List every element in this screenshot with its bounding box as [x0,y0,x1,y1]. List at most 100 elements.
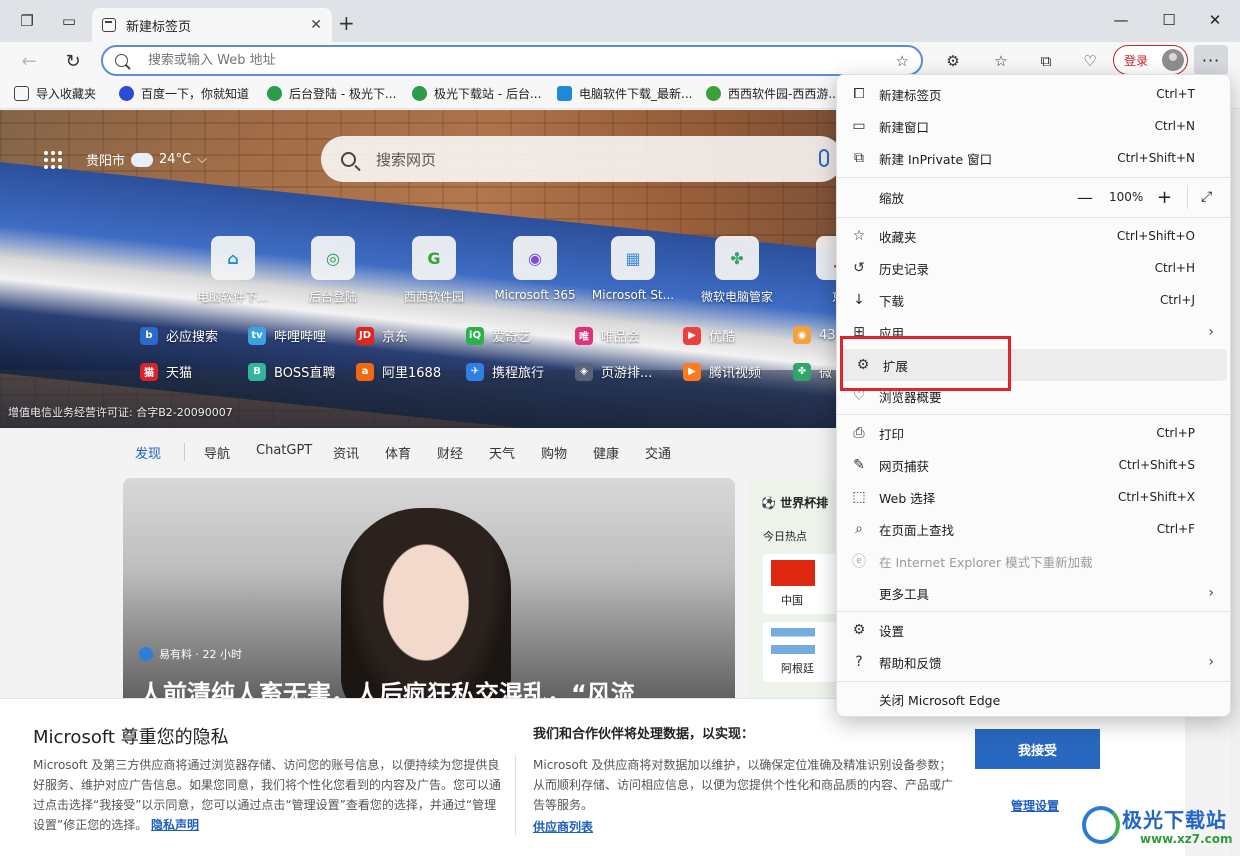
team-item[interactable]: 中国 [763,554,843,614]
feed-tab[interactable]: 健康 [593,443,619,462]
quick-link-tile[interactable]: ▦ Microsoft St... [585,236,681,302]
back-button[interactable]: ← [16,48,42,74]
favorites-bar-item[interactable]: 导入收藏夹 [14,85,96,102]
news-card[interactable]: 易有料 · 22 小时 人前清纯人畜无害，人后疯狂私交混乱，“风流 [123,478,735,708]
menu-item-more-tools[interactable]: 更多工具 › [837,577,1230,609]
feed-tab[interactable]: 天气 [489,443,515,462]
weather-widget[interactable]: 贵阳市 24°C ⌵ [86,150,207,169]
favorites-bar-item[interactable]: 极光下载站 - 后台... [412,85,541,102]
quick-link[interactable]: JD 京东 [356,326,408,345]
feed-tab[interactable]: 交通 [645,443,671,462]
web-search-box[interactable]: 搜索网页 [321,136,843,182]
feed-tab[interactable]: 购物 [541,443,567,462]
vip-icon: 唯 [575,326,593,345]
china-flag-icon [771,560,815,586]
favorites-bar-item[interactable]: 后台登陆 - 极光下... [267,85,396,102]
zoom-out-button[interactable]: — [1077,188,1093,207]
quick-link[interactable]: iQ 爱奇艺 [466,326,531,345]
add-favorite-icon[interactable]: ☆ [896,52,909,70]
workspaces-icon[interactable]: ❐ [16,10,38,32]
favorites-bar-item[interactable]: 百度一下，你就知道 [119,85,249,102]
settings-and-more-button[interactable]: ··· [1194,45,1228,75]
apps-launcher-icon[interactable] [44,151,62,169]
collections-icon[interactable]: ⧉ [1034,50,1058,72]
manage-settings-link[interactable]: 管理设置 [1011,797,1059,814]
quick-link-tile[interactable]: ⌂ 电脑软件下... [185,236,281,305]
menu-item-new-inprivate[interactable]: ⧉ 新建 InPrivate 窗口 Ctrl+Shift+N [837,142,1230,174]
quick-link[interactable]: ◈ 页游排... [575,362,652,381]
bing-icon: b [140,326,158,345]
privacy-statement-link[interactable]: 隐私声明 [151,818,199,832]
menu-item-close-edge[interactable]: 关闭 Microsoft Edge [837,683,1230,715]
world-cup-card[interactable]: ⚽ 世界杯排 今日热点 中国 阿根廷 [747,478,847,708]
feed-tab[interactable]: 资讯 [333,443,359,462]
tab-close-icon[interactable]: ✕ [310,17,322,33]
quick-link[interactable]: ✤ 微 [793,362,832,381]
quick-link-tile[interactable]: G 西西软件园 [386,236,482,305]
feed-tab[interactable]: 财经 [437,443,463,462]
feed-tab-discover[interactable]: 发现 [135,443,161,462]
feed-tab[interactable]: 导航 [204,443,230,462]
quick-link[interactable]: ▶ 腾讯视频 [683,362,761,381]
quick-link-tile[interactable]: ◉ Microsoft 365 [487,236,583,302]
tab-actions-icon[interactable]: ▭ [58,10,80,32]
bilibili-icon: tv [248,326,266,345]
menu-item-print[interactable]: ⎙ 打印 Ctrl+P [837,417,1230,449]
address-bar[interactable]: ☆ [101,45,923,76]
accept-button[interactable]: 我接受 [975,729,1100,769]
feed-tab[interactable]: ChatGPT [256,443,312,458]
settings-menu: ⧠ 新建标签页 Ctrl+T ▭ 新建窗口 Ctrl+N ⧉ 新建 InPriv… [836,74,1231,717]
vendor-list-link[interactable]: 供应商列表 [533,818,593,835]
fullscreen-icon[interactable]: ⤢ [1201,189,1212,205]
menu-item-new-window[interactable]: ▭ 新建窗口 Ctrl+N [837,110,1230,142]
privacy-banner: Microsoft 尊重您的隐私 Microsoft 及第三方供应商将通过浏览器… [0,698,1185,856]
menu-item-find-on-page[interactable]: ⌕ 在页面上查找 Ctrl+F [837,513,1230,545]
printer-icon: ⎙ [853,425,865,441]
quick-link[interactable]: ✈ 携程旅行 [466,362,544,381]
quick-link[interactable]: a 阿里1688 [356,362,441,381]
quick-link[interactable]: B BOSS直聘 [248,362,335,381]
quick-link-tile[interactable]: ✤ 微软电脑管家 [689,236,785,305]
tile-label: Microsoft 365 [494,288,576,302]
tab-new-tab[interactable]: 新建标签页 ✕ [92,8,332,42]
menu-item-favorites[interactable]: ☆ 收藏夹 Ctrl+Shift+O [837,220,1230,252]
scrollbar[interactable] [1230,110,1240,856]
minimize-button[interactable]: — [1106,11,1136,29]
menu-item-web-capture[interactable]: ✎ 网页捕获 Ctrl+Shift+S [837,449,1230,481]
refresh-button[interactable]: ↻ [60,48,86,74]
favorites-icon[interactable]: ☆ [989,50,1013,72]
new-tab-button[interactable]: + [338,11,355,35]
team-item[interactable]: 阿根廷 [763,622,843,682]
menu-item-help[interactable]: ? 帮助和反馈 › [837,646,1230,678]
menu-item-downloads[interactable]: ↓ 下载 Ctrl+J [837,284,1230,316]
site-logo-icon: ◎ [311,236,355,280]
quick-link[interactable]: ▶ 优酷 [683,326,735,345]
annotation-highlight-box [840,336,1011,391]
quick-link[interactable]: ◉ 43 [793,326,836,344]
quick-link[interactable]: b 必应搜索 [140,326,218,345]
quick-link[interactable]: 唯唯品会 [575,326,640,345]
zoom-in-button[interactable]: + [1157,187,1172,208]
menu-item-settings[interactable]: ⚙ 设置 [837,614,1230,646]
menu-item-history[interactable]: ↺ 历史记录 Ctrl+H [837,252,1230,284]
chevron-right-icon: › [1208,654,1214,670]
privacy-body-2: Microsoft 及供应商将对数据加以维护，以确保定位准确及精准识别设备参数；… [533,758,954,812]
favorites-bar-item[interactable]: 西西软件园-西西游... [706,85,840,102]
quick-link[interactable]: tv 哔哩哔哩 [248,326,326,345]
close-window-button[interactable]: ✕ [1200,11,1230,29]
favorites-icon: ☆ [852,228,866,244]
menu-item-web-select[interactable]: ⬚ Web 选择 Ctrl+Shift+X [837,481,1230,513]
tab-title: 新建标签页 [126,19,192,35]
menu-item-new-tab[interactable]: ⧠ 新建标签页 Ctrl+T [837,78,1230,110]
cloud-rain-icon [131,152,154,167]
login-button[interactable]: 登录 [1113,45,1188,75]
maximize-button[interactable]: ☐ [1154,11,1184,29]
extensions-icon[interactable]: ⚙ [941,50,965,72]
quick-link-tile[interactable]: ◎ 后台登陆 [285,236,381,305]
address-input[interactable] [148,53,896,68]
quick-link[interactable]: 猫天猫 [140,362,192,381]
favorites-bar-item[interactable]: 电脑软件下载_最新... [557,85,692,102]
feed-tab[interactable]: 体育 [385,443,411,462]
browser-essentials-icon[interactable]: ♡ [1078,50,1102,72]
microphone-icon[interactable] [819,149,829,167]
